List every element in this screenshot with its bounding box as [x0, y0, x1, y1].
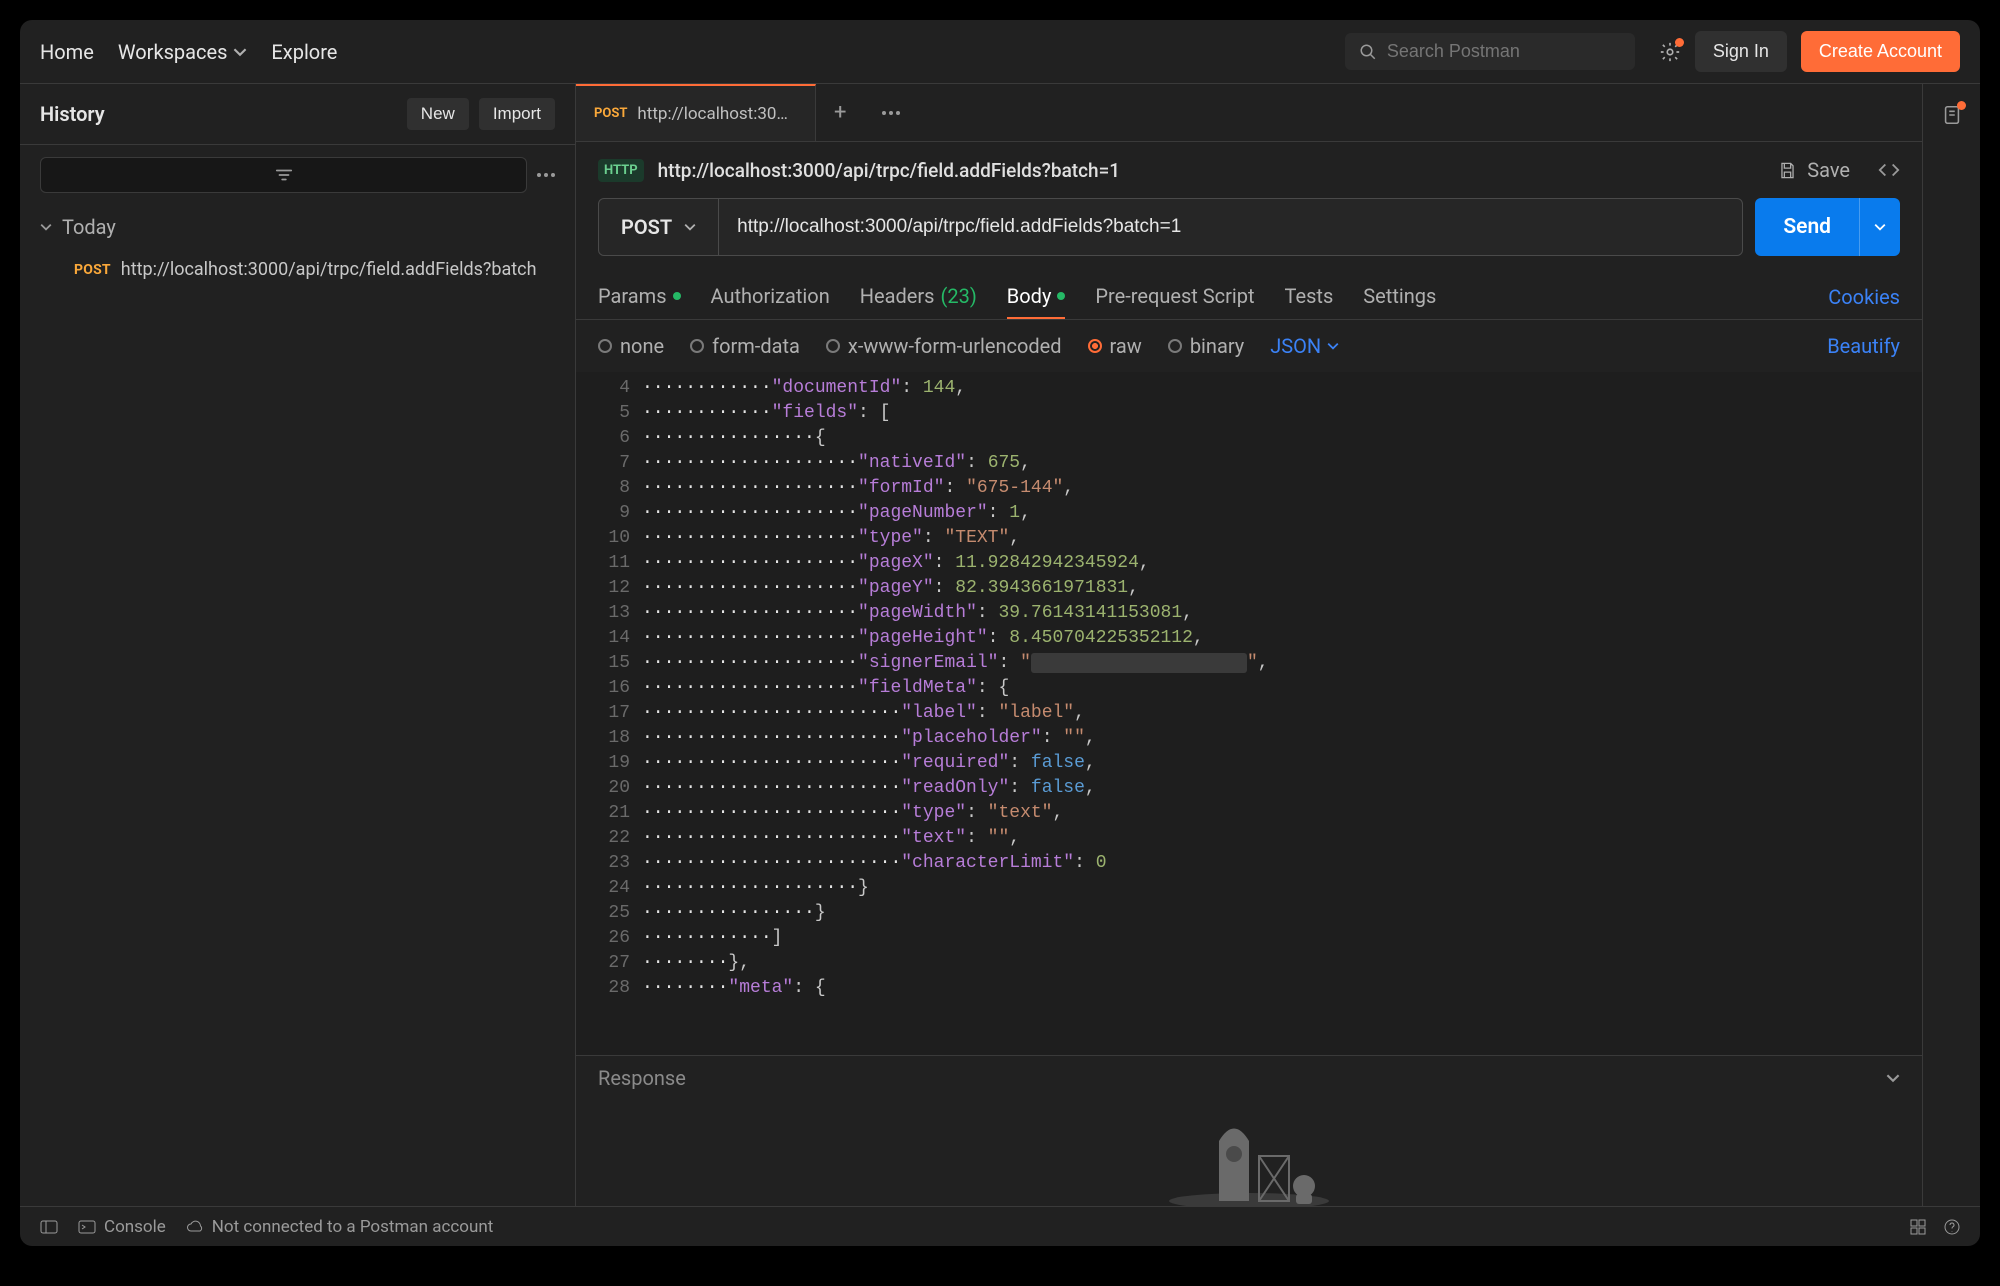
history-group-today[interactable]: Today: [40, 215, 555, 239]
code-snippet-icon[interactable]: [1878, 162, 1900, 178]
save-label: Save: [1807, 158, 1850, 182]
notification-dot: [1675, 38, 1684, 47]
send-dropdown[interactable]: [1859, 198, 1900, 256]
import-button[interactable]: Import: [479, 98, 555, 130]
code-lines: ············"documentId": 144,··········…: [642, 372, 1922, 1005]
chevron-down-icon: [1327, 340, 1339, 352]
search-box[interactable]: [1345, 33, 1635, 70]
tab-tests[interactable]: Tests: [1285, 274, 1334, 319]
sidebar: History New Import Today: [20, 84, 576, 1206]
toggle-sidebar-icon[interactable]: [40, 1220, 58, 1234]
nav-workspaces-label: Workspaces: [118, 40, 228, 64]
params-active-dot: [673, 292, 681, 300]
right-rail: [1922, 84, 1980, 1206]
nav-explore[interactable]: Explore: [271, 40, 337, 64]
tab-body[interactable]: Body: [1007, 274, 1066, 319]
line-gutter: 4567891011121314151617181920212223242526…: [576, 372, 642, 1005]
settings-icon[interactable]: [1659, 41, 1681, 63]
method-select[interactable]: POST: [599, 199, 719, 255]
history-item[interactable]: POST http://localhost:3000/api/trpc/fiel…: [20, 249, 575, 290]
new-button[interactable]: New: [407, 98, 469, 130]
chevron-down-icon: [684, 221, 696, 233]
console-button[interactable]: Console: [78, 1217, 166, 1237]
chevron-down-icon: [40, 221, 52, 233]
tab-method: POST: [594, 106, 627, 121]
tab-label: http://localhost:3000/ap: [637, 104, 797, 124]
cloud-off-icon: [186, 1220, 204, 1234]
chevron-down-icon: [1874, 221, 1886, 233]
rocket-illustration: [1164, 1116, 1334, 1206]
search-input[interactable]: [1387, 41, 1621, 62]
body-raw-radio[interactable]: raw: [1088, 334, 1142, 358]
layout-icon[interactable]: [1910, 1219, 1926, 1235]
history-url: http://localhost:3000/api/trpc/field.add…: [121, 259, 537, 280]
body-none-radio[interactable]: none: [598, 334, 664, 358]
tab-more-icon[interactable]: [864, 110, 918, 116]
notification-dot: [1957, 101, 1966, 110]
response-body: [576, 1100, 1922, 1206]
body-format-dropdown[interactable]: JSON: [1270, 334, 1339, 358]
statusbar: Console Not connected to a Postman accou…: [20, 1206, 1980, 1246]
http-badge: HTTP: [598, 159, 644, 182]
url-input[interactable]: [719, 199, 1742, 255]
send-button[interactable]: Send: [1755, 198, 1859, 256]
chevron-down-icon[interactable]: [1886, 1071, 1900, 1085]
request-title: http://localhost:3000/api/trpc/field.add…: [658, 159, 1765, 182]
filter-input[interactable]: [40, 157, 527, 193]
body-formdata-radio[interactable]: form-data: [690, 334, 800, 358]
response-label[interactable]: Response: [598, 1066, 686, 1090]
signin-button[interactable]: Sign In: [1695, 31, 1787, 72]
history-method: POST: [74, 262, 111, 278]
sidebar-more-icon[interactable]: [537, 172, 555, 178]
documentation-icon[interactable]: [1941, 104, 1963, 126]
new-tab-button[interactable]: +: [816, 100, 864, 125]
tab-params[interactable]: Params: [598, 274, 681, 319]
cookies-link[interactable]: Cookies: [1828, 285, 1900, 309]
help-icon[interactable]: [1944, 1219, 1960, 1235]
tab-headers[interactable]: Headers (23): [860, 274, 977, 319]
body-active-dot: [1057, 292, 1065, 300]
tab-settings[interactable]: Settings: [1363, 274, 1436, 319]
save-icon: [1778, 161, 1797, 180]
save-button[interactable]: Save: [1778, 158, 1850, 182]
nav-workspaces[interactable]: Workspaces: [118, 40, 248, 64]
body-binary-radio[interactable]: binary: [1168, 334, 1244, 358]
history-group-label: Today: [62, 215, 116, 239]
topbar: Home Workspaces Explore Sign In Create A…: [20, 20, 1980, 84]
body-xwww-radio[interactable]: x-www-form-urlencoded: [826, 334, 1062, 358]
tabbar: POST http://localhost:3000/ap +: [576, 84, 1922, 142]
nav-home[interactable]: Home: [40, 40, 94, 64]
request-tab[interactable]: POST http://localhost:3000/ap: [576, 84, 816, 141]
headers-count: (23): [941, 284, 977, 308]
chevron-down-icon: [233, 45, 247, 59]
tab-authorization[interactable]: Authorization: [711, 274, 830, 319]
search-icon: [1359, 43, 1377, 61]
console-icon: [78, 1220, 96, 1234]
filter-icon: [275, 168, 293, 182]
method-value: POST: [621, 215, 672, 239]
tab-prerequest[interactable]: Pre-request Script: [1095, 274, 1254, 319]
connection-status[interactable]: Not connected to a Postman account: [186, 1217, 494, 1237]
create-account-button[interactable]: Create Account: [1801, 31, 1960, 72]
sidebar-title: History: [40, 102, 105, 126]
beautify-button[interactable]: Beautify: [1827, 334, 1900, 358]
code-editor[interactable]: 4567891011121314151617181920212223242526…: [576, 372, 1922, 1055]
